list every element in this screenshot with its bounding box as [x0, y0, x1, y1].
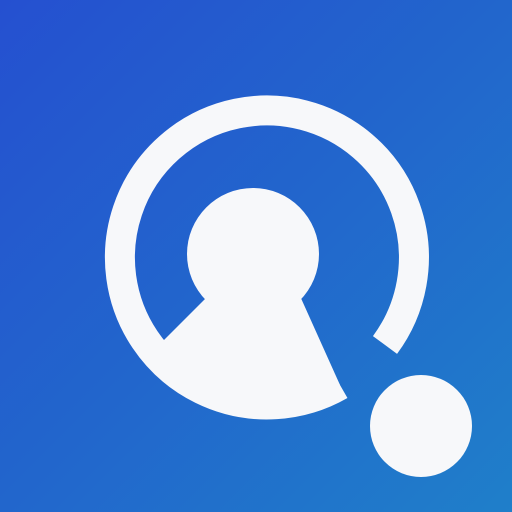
user-silhouette-icon	[158, 188, 340, 402]
user-search-logo-icon	[104, 95, 472, 477]
accent-dot-icon	[370, 375, 472, 477]
app-icon	[0, 0, 512, 512]
